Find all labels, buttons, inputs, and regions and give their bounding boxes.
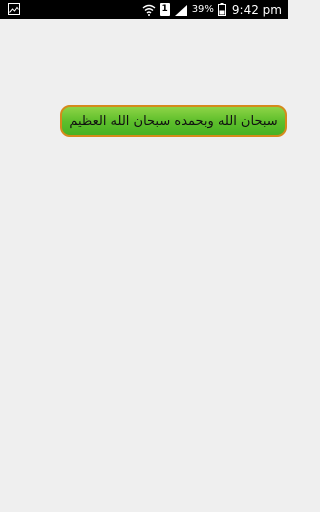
status-bar: 1 39% 9:42 pm	[0, 0, 288, 19]
zikr-button-label: سبحان الله وبحمده سبحان الله العظيم	[69, 113, 278, 129]
wifi-icon	[142, 4, 156, 16]
battery-icon	[217, 3, 226, 16]
battery-percent: 39%	[191, 4, 214, 15]
main-content: سبحان الله وبحمده سبحان الله العظيم	[0, 19, 288, 512]
sim-slot-number: 1	[161, 4, 168, 14]
sim-1-icon: 1	[159, 3, 170, 16]
status-icons: 1 39% 9:42 pm	[142, 0, 282, 19]
gallery-image-icon	[8, 3, 20, 15]
clock-time: 9:42 pm	[231, 2, 282, 17]
signal-icon	[174, 4, 187, 16]
zikr-button[interactable]: سبحان الله وبحمده سبحان الله العظيم	[60, 105, 287, 137]
